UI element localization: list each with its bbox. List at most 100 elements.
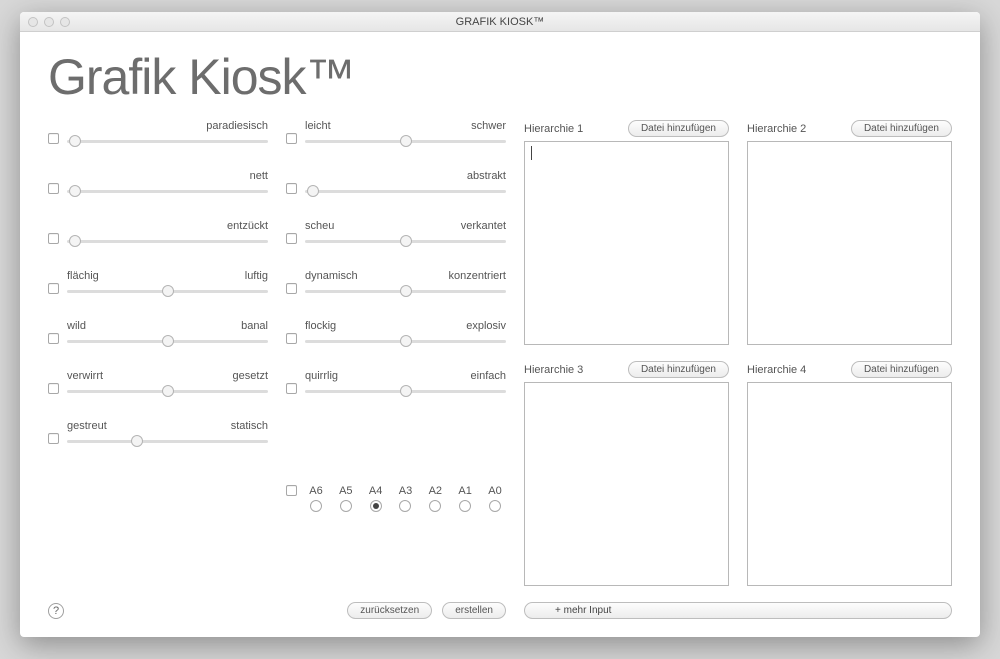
slider-track[interactable] <box>305 284 506 298</box>
slider-thumb[interactable] <box>400 285 412 297</box>
slider-right-0: leichtschwer <box>286 120 506 148</box>
slider-checkbox[interactable] <box>286 133 297 144</box>
hierarchy-textarea[interactable] <box>747 141 952 345</box>
format-option-a6[interactable]: A6 <box>305 485 327 512</box>
slider-thumb[interactable] <box>69 185 81 197</box>
hierarchy-label: Hierarchie 1 <box>524 123 583 135</box>
slider-track[interactable] <box>305 384 506 398</box>
slider-right-4: flockigexplosiv <box>286 320 506 348</box>
slider-track[interactable] <box>305 234 506 248</box>
slider-thumb[interactable] <box>162 385 174 397</box>
slider-right-1: abstrakt <box>286 170 506 198</box>
slider-label-left: scheu <box>305 220 334 232</box>
format-radio[interactable] <box>459 500 471 512</box>
slider-checkbox[interactable] <box>48 433 59 444</box>
format-option-a1[interactable]: A1 <box>454 485 476 512</box>
format-option-a0[interactable]: A0 <box>484 485 506 512</box>
slider-thumb[interactable] <box>69 235 81 247</box>
hierarchy-box-1: Hierarchie 1 Datei hinzufügen <box>524 120 729 345</box>
slider-checkbox[interactable] <box>286 233 297 244</box>
format-option-a3[interactable]: A3 <box>394 485 416 512</box>
hierarchy-textarea[interactable] <box>524 382 729 586</box>
slider-left-3: flächig luftig <box>48 270 268 298</box>
content-area: Grafik Kiosk™ paradiesischnettentzücktfl… <box>20 32 980 637</box>
slider-thumb[interactable] <box>400 335 412 347</box>
slider-thumb[interactable] <box>400 135 412 147</box>
format-option-a2[interactable]: A2 <box>424 485 446 512</box>
help-button[interactable]: ? <box>48 603 64 619</box>
slider-label-right: verkantet <box>461 220 506 232</box>
close-window-button[interactable] <box>28 17 38 27</box>
slider-track[interactable] <box>67 234 268 248</box>
slider-right-2: scheu verkantet <box>286 220 506 248</box>
more-input-row: + mehr Input <box>524 602 952 619</box>
slider-checkbox[interactable] <box>286 383 297 394</box>
slider-track[interactable] <box>67 284 268 298</box>
slider-label-right: luftig <box>245 270 268 282</box>
hierarchy-textarea[interactable] <box>524 141 729 345</box>
reset-button[interactable]: zurücksetzen <box>347 602 432 619</box>
format-radio[interactable] <box>429 500 441 512</box>
window-titlebar: GRAFIK KIOSK™ <box>20 12 980 32</box>
slider-left-4: wildbanal <box>48 320 268 348</box>
format-option-a4[interactable]: A4 <box>365 485 387 512</box>
slider-checkbox[interactable] <box>286 283 297 294</box>
format-option-a5[interactable]: A5 <box>335 485 357 512</box>
app-title: Grafik Kiosk™ <box>48 48 952 106</box>
create-button[interactable]: erstellen <box>442 602 506 619</box>
slider-track[interactable] <box>67 184 268 198</box>
format-radio[interactable] <box>370 500 382 512</box>
more-input-button[interactable]: + mehr Input <box>524 602 952 619</box>
format-option-label: A5 <box>339 485 352 497</box>
add-file-button[interactable]: Datei hinzufügen <box>851 120 952 137</box>
add-file-button[interactable]: Datei hinzufügen <box>628 361 729 378</box>
format-option-label: A4 <box>369 485 382 497</box>
slider-label-right: abstrakt <box>467 170 506 182</box>
slider-track[interactable] <box>305 134 506 148</box>
format-option-label: A2 <box>429 485 442 497</box>
format-radio[interactable] <box>340 500 352 512</box>
slider-checkbox[interactable] <box>48 233 59 244</box>
slider-thumb[interactable] <box>69 135 81 147</box>
slider-column-left: paradiesischnettentzücktflächigluftigwil… <box>48 120 268 619</box>
add-file-button[interactable]: Datei hinzufügen <box>628 120 729 137</box>
slider-track[interactable] <box>67 384 268 398</box>
hierarchy-box-4: Hierarchie 4 Datei hinzufügen <box>747 361 952 586</box>
slider-thumb[interactable] <box>162 285 174 297</box>
slider-track[interactable] <box>305 334 506 348</box>
hierarchy-textarea[interactable] <box>747 382 952 586</box>
slider-thumb[interactable] <box>400 385 412 397</box>
slider-checkbox[interactable] <box>48 333 59 344</box>
slider-checkbox[interactable] <box>48 383 59 394</box>
slider-checkbox[interactable] <box>286 183 297 194</box>
slider-label-right: nett <box>250 170 268 182</box>
slider-checkbox[interactable] <box>286 333 297 344</box>
slider-left-5: verwirrtgesetzt <box>48 370 268 398</box>
slider-left-2: entzückt <box>48 220 268 248</box>
format-radio[interactable] <box>399 500 411 512</box>
slider-thumb[interactable] <box>131 435 143 447</box>
hierarchy-label: Hierarchie 4 <box>747 364 806 376</box>
slider-right-5: quirrligeinfach <box>286 370 506 398</box>
slider-checkbox[interactable] <box>48 283 59 294</box>
hierarchy-panel: Hierarchie 1Datei hinzufügenHierarchie 2… <box>524 120 952 619</box>
slider-thumb[interactable] <box>400 235 412 247</box>
slider-track[interactable] <box>67 434 268 448</box>
slider-track[interactable] <box>305 184 506 198</box>
slider-label-right: schwer <box>471 120 506 132</box>
slider-left-6: gestreutstatisch <box>48 420 268 448</box>
minimize-window-button[interactable] <box>44 17 54 27</box>
add-file-button[interactable]: Datei hinzufügen <box>851 361 952 378</box>
slider-thumb[interactable] <box>307 185 319 197</box>
slider-checkbox[interactable] <box>48 183 59 194</box>
slider-thumb[interactable] <box>162 335 174 347</box>
slider-checkbox[interactable] <box>48 133 59 144</box>
zoom-window-button[interactable] <box>60 17 70 27</box>
slider-track[interactable] <box>67 334 268 348</box>
slider-track[interactable] <box>67 134 268 148</box>
format-radio[interactable] <box>489 500 501 512</box>
slider-label-right: konzentriert <box>449 270 506 282</box>
format-radio[interactable] <box>310 500 322 512</box>
slider-label-left: flächig <box>67 270 99 282</box>
format-checkbox[interactable] <box>286 485 297 496</box>
